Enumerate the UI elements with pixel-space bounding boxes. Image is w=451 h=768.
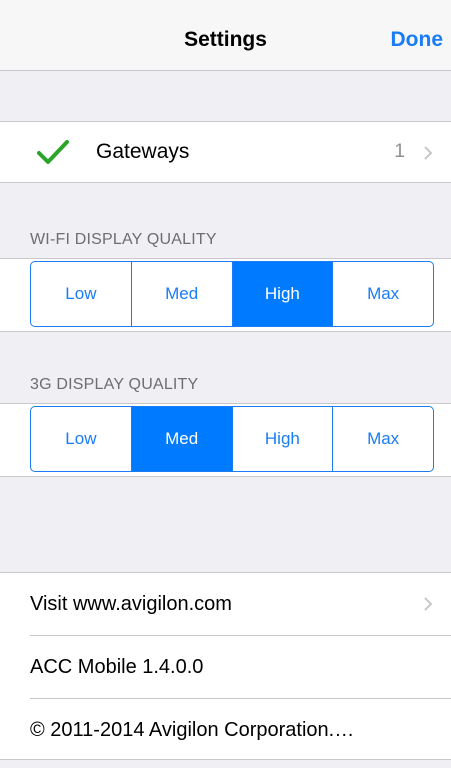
- wifi-quality-low-segment[interactable]: Low: [31, 262, 132, 326]
- wifi-quality-high-segment[interactable]: High: [232, 262, 334, 326]
- version-row: ACC Mobile 1.4.0.0: [0, 636, 451, 698]
- done-button[interactable]: Done: [391, 28, 444, 52]
- wifi-quality-med-segment[interactable]: Med: [132, 262, 233, 326]
- navigation-bar: Settings Done: [0, 0, 451, 71]
- checkmark-icon: [37, 140, 69, 164]
- cellular-quality-segmented-control: Low Med High Max: [30, 406, 434, 472]
- gateways-row[interactable]: Gateways 1: [0, 121, 451, 183]
- page-title: Settings: [184, 28, 267, 51]
- wifi-quality-segmented-control: Low Med High Max: [30, 261, 434, 327]
- cellular-quality-med-segment[interactable]: Med: [131, 407, 233, 471]
- cellular-quality-max-segment[interactable]: Max: [333, 407, 433, 471]
- cellular-quality-low-segment[interactable]: Low: [31, 407, 132, 471]
- copyright-row[interactable]: © 2011-2014 Avigilon Corporation.…: [0, 699, 451, 761]
- gateways-label: Gateways: [96, 140, 190, 163]
- chevron-right-icon: [424, 146, 433, 160]
- cellular-quality-header: 3G DISPLAY QUALITY: [30, 376, 199, 393]
- chevron-right-icon: [424, 597, 433, 611]
- about-group: Visit www.avigilon.com ACC Mobile 1.4.0.…: [0, 572, 451, 760]
- settings-screen: Settings Done Gateways 1 WI-FI DISPLAY Q…: [0, 0, 451, 768]
- copyright-label: © 2011-2014 Avigilon Corporation.…: [30, 719, 355, 741]
- cellular-quality-high-segment[interactable]: High: [233, 407, 334, 471]
- wifi-quality-max-segment[interactable]: Max: [333, 262, 433, 326]
- version-label: ACC Mobile 1.4.0.0: [30, 656, 204, 678]
- wifi-quality-header: WI-FI DISPLAY QUALITY: [30, 231, 217, 248]
- visit-website-label: Visit www.avigilon.com: [30, 593, 232, 615]
- visit-website-row[interactable]: Visit www.avigilon.com: [0, 573, 451, 635]
- gateways-count: 1: [394, 141, 405, 162]
